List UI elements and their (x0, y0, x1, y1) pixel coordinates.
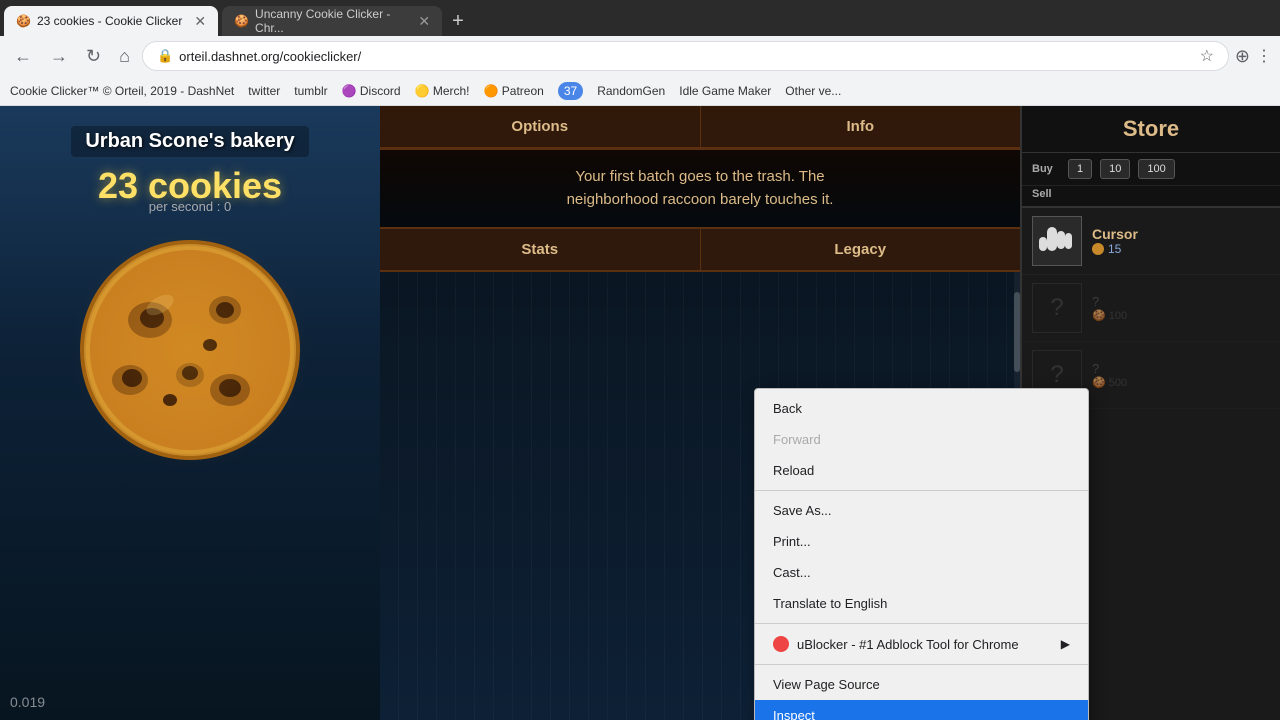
separator-3 (755, 664, 1088, 665)
context-save-as[interactable]: Save As... (755, 495, 1088, 526)
context-ublocker[interactable]: uBlocker - #1 Adblock Tool for Chrome ▶ (755, 628, 1088, 660)
context-forward-label: Forward (773, 432, 821, 447)
context-inspect-label: Inspect (773, 708, 815, 720)
ublocker-icon (773, 636, 789, 652)
ublocker-arrow: ▶ (1061, 637, 1070, 651)
context-cast-label: Cast... (773, 565, 811, 580)
context-menu-overlay: Back Forward Reload Save As... Print... … (0, 0, 1280, 720)
context-forward: Forward (755, 424, 1088, 455)
separator-1 (755, 490, 1088, 491)
separator-2 (755, 623, 1088, 624)
ublocker-content: uBlocker - #1 Adblock Tool for Chrome (773, 636, 1019, 652)
context-view-source[interactable]: View Page Source (755, 669, 1088, 700)
context-reload-label: Reload (773, 463, 814, 478)
ublocker-label: uBlocker - #1 Adblock Tool for Chrome (797, 637, 1019, 652)
context-print[interactable]: Print... (755, 526, 1088, 557)
context-back[interactable]: Back (755, 393, 1088, 424)
context-back-label: Back (773, 401, 802, 416)
context-reload[interactable]: Reload (755, 455, 1088, 486)
context-translate-label: Translate to English (773, 596, 887, 611)
context-inspect[interactable]: Inspect (755, 700, 1088, 720)
context-print-label: Print... (773, 534, 811, 549)
context-view-source-label: View Page Source (773, 677, 880, 692)
context-menu: Back Forward Reload Save As... Print... … (754, 388, 1089, 720)
context-translate[interactable]: Translate to English (755, 588, 1088, 619)
context-save-as-label: Save As... (773, 503, 832, 518)
context-cast[interactable]: Cast... (755, 557, 1088, 588)
